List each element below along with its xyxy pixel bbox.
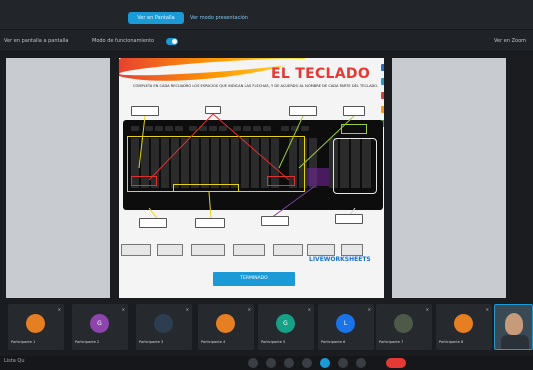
shared-screen-right-margin bbox=[392, 58, 506, 298]
participant-tile[interactable]: G ✕ Participante 2 bbox=[72, 304, 128, 350]
participant-tile[interactable]: ✕ Participante 7 bbox=[376, 304, 432, 350]
presentation-mode-link[interactable]: Ver modo presentación bbox=[190, 12, 274, 24]
option-chip[interactable] bbox=[341, 244, 363, 256]
option-chip[interactable] bbox=[191, 244, 225, 256]
participant-strip: ✕ Participante 1 G ✕ Participante 2 ✕ Pa… bbox=[0, 300, 533, 356]
avatar: G bbox=[276, 314, 295, 333]
avatar bbox=[26, 314, 45, 333]
option-chip[interactable] bbox=[307, 244, 335, 256]
avatar bbox=[394, 314, 413, 333]
mode-label: Modo de funcionamiento bbox=[92, 38, 155, 44]
participant-tile[interactable]: ✕ Participante 8 bbox=[436, 304, 492, 350]
participant-name: Participante 5 bbox=[261, 340, 286, 344]
mic-muted-icon: ✕ bbox=[185, 307, 189, 312]
answer-box[interactable] bbox=[139, 218, 167, 228]
mic-muted-icon: ✕ bbox=[425, 307, 429, 312]
participant-tile[interactable]: G ✕ Participante 5 bbox=[258, 304, 314, 350]
avatar: L bbox=[336, 314, 355, 333]
participant-tile[interactable]: ✕ Participante 1 bbox=[8, 304, 64, 350]
self-video-tile[interactable] bbox=[494, 304, 533, 350]
mic-muted-icon: ✕ bbox=[307, 307, 311, 312]
mic-muted-icon: ✕ bbox=[367, 307, 371, 312]
reactions-icon[interactable] bbox=[302, 358, 312, 368]
camera-icon[interactable] bbox=[266, 358, 276, 368]
mic-muted-icon: ✕ bbox=[485, 307, 489, 312]
participant-name: Participante 6 bbox=[321, 340, 346, 344]
participant-tile[interactable]: ✕ Participante 4 bbox=[198, 304, 254, 350]
user-shoulders bbox=[501, 335, 529, 349]
mode-toggle[interactable] bbox=[166, 38, 178, 45]
liveworksheets-logo: LIVEWORKSHEETS bbox=[309, 256, 371, 263]
shared-screen-left-margin bbox=[6, 58, 110, 298]
view-option-label[interactable]: Ver en pantalla a pantalla bbox=[4, 30, 68, 52]
mic-muted-icon: ✕ bbox=[121, 307, 125, 312]
participant-tile[interactable]: ✕ Participante 3 bbox=[136, 304, 192, 350]
meeting-controls-bar: Lista Qu bbox=[0, 356, 533, 370]
option-chip[interactable] bbox=[273, 244, 303, 256]
more-icon[interactable] bbox=[338, 358, 348, 368]
user-face bbox=[505, 313, 523, 335]
participant-name: Participante 1 bbox=[11, 340, 36, 344]
share-toolbar: Ver en pantalla a pantalla Modo de funci… bbox=[0, 30, 533, 52]
avatar bbox=[154, 314, 173, 333]
worksheet-slide: EL TECLADO COMPLETA EN CADA RECUADRO LOS… bbox=[119, 58, 384, 298]
view-screen-button[interactable]: Ver en Pantalla bbox=[128, 12, 184, 24]
participant-name: Participante 7 bbox=[379, 340, 404, 344]
option-chip[interactable] bbox=[121, 244, 151, 256]
avatar bbox=[454, 314, 473, 333]
answer-box[interactable] bbox=[195, 218, 225, 228]
participant-name: Participante 2 bbox=[75, 340, 100, 344]
answer-box[interactable] bbox=[261, 216, 289, 226]
leave-call-button[interactable] bbox=[386, 358, 406, 368]
top-bar: Ver en Pantalla Ver modo presentación bbox=[0, 0, 533, 30]
raise-hand-icon[interactable] bbox=[320, 358, 330, 368]
settings-icon[interactable] bbox=[356, 358, 366, 368]
finish-button[interactable]: TERMINADO bbox=[213, 272, 295, 286]
meeting-name: Lista Qu bbox=[4, 358, 25, 364]
share-icon[interactable] bbox=[284, 358, 294, 368]
participant-tile[interactable]: L ✕ Participante 6 bbox=[318, 304, 374, 350]
participant-name: Participante 8 bbox=[439, 340, 464, 344]
avatar: G bbox=[90, 314, 109, 333]
avatar bbox=[216, 314, 235, 333]
mic-muted-icon: ✕ bbox=[57, 307, 61, 312]
mic-icon[interactable] bbox=[248, 358, 258, 368]
participant-name: Participante 4 bbox=[201, 340, 226, 344]
answer-box[interactable] bbox=[335, 214, 363, 224]
mic-muted-icon: ✕ bbox=[247, 307, 251, 312]
view-zoom-label[interactable]: Ver en Zoom bbox=[494, 30, 526, 52]
participant-name: Participante 3 bbox=[139, 340, 164, 344]
option-chip[interactable] bbox=[233, 244, 265, 256]
option-chip[interactable] bbox=[157, 244, 183, 256]
